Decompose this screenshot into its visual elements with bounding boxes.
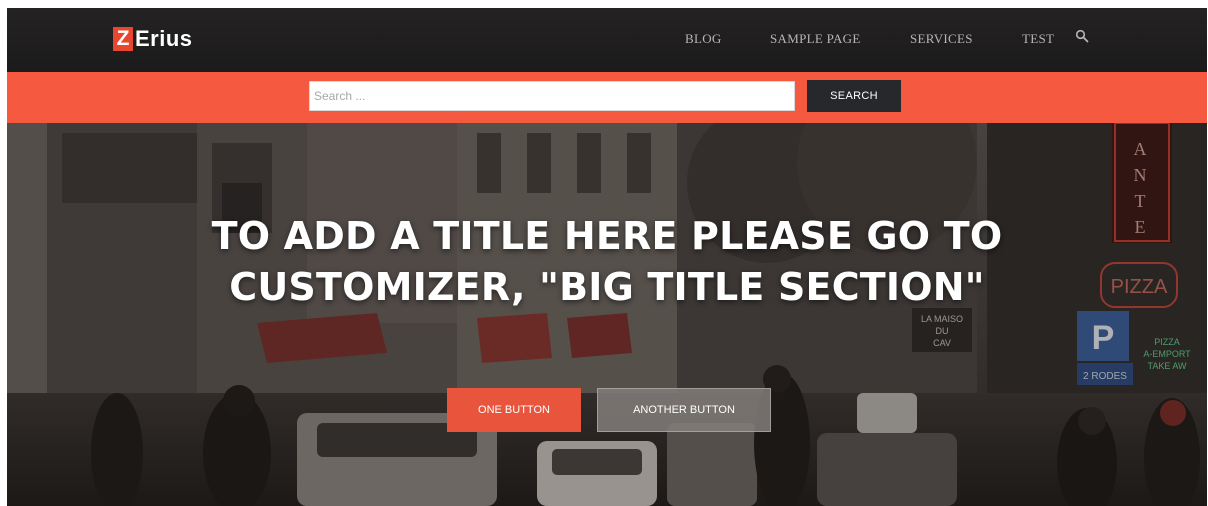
site-logo[interactable]: Z Erius xyxy=(113,26,193,52)
nav-item-blog[interactable]: BLOG xyxy=(685,31,722,47)
logo-mark: Z xyxy=(113,27,133,51)
search-button[interactable]: SEARCH xyxy=(807,80,901,112)
search-bar-strip: SEARCH xyxy=(7,72,1207,123)
hero-title: TO ADD A TITLE HERE PLEASE GO TO CUSTOMI… xyxy=(107,211,1107,313)
nav-item-test[interactable]: TEST xyxy=(1022,31,1054,47)
top-navbar: Z Erius BLOG SAMPLE PAGE SERVICES TEST xyxy=(7,8,1207,72)
logo-text: Erius xyxy=(135,26,193,51)
hero-title-line: CUSTOMIZER, "BIG TITLE SECTION" xyxy=(229,265,985,309)
search-icon[interactable] xyxy=(1075,29,1089,43)
search-input[interactable] xyxy=(309,81,795,111)
hero-dark-overlay xyxy=(7,123,1207,506)
nav-item-sample-page[interactable]: SAMPLE PAGE xyxy=(770,31,861,47)
another-button[interactable]: ANOTHER BUTTON xyxy=(597,388,771,432)
hero-section: A N T E PIZZA P 2 RODES PIZZA A-EMPORT T… xyxy=(7,123,1207,506)
one-button[interactable]: ONE BUTTON xyxy=(447,388,581,432)
hero-title-line: TO ADD A TITLE HERE PLEASE GO TO xyxy=(211,214,1003,258)
browser-viewport: Z Erius BLOG SAMPLE PAGE SERVICES TEST S… xyxy=(7,8,1207,506)
nav-item-services[interactable]: SERVICES xyxy=(910,31,973,47)
